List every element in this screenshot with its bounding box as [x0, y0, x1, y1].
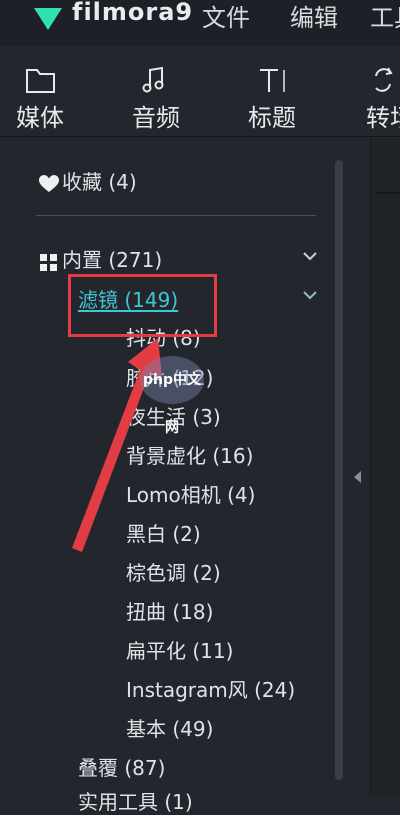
tree-scrollbar[interactable] — [335, 160, 343, 780]
tree-item-builtin[interactable]: 内置 (271) — [38, 244, 162, 273]
tool-transitions[interactable]: 转场 — [350, 46, 400, 138]
filter-item-instagram[interactable]: Instagram风 (24) — [126, 674, 295, 703]
tool-audio[interactable]: 音频 — [116, 46, 196, 138]
chevron-down-icon[interactable] — [302, 290, 318, 300]
filter-item-flat[interactable]: 扁平化 (11) — [126, 635, 233, 664]
preview-panel-edge — [371, 138, 400, 795]
grid-icon — [40, 253, 57, 271]
tool-media[interactable]: 媒体 — [0, 46, 80, 138]
panel-edge-line — [375, 192, 400, 194]
collapse-panel-arrow-icon[interactable] — [354, 471, 361, 483]
tool-media-label: 媒体 — [16, 104, 64, 132]
php-watermark: php中文网 — [140, 356, 204, 436]
title-bar: filmora9 文件 编辑 工具 — [0, 0, 400, 46]
media-toolbar: 媒体 音频 标题 转场 — [0, 46, 400, 138]
annotation-highlight-box — [68, 274, 217, 337]
toolbar-divider — [0, 136, 400, 137]
tool-titles-label: 标题 — [248, 104, 296, 132]
favorites-label: 收藏 (4) — [62, 170, 137, 194]
tree-item-overlay[interactable]: 叠覆 (87) — [78, 752, 165, 781]
filter-item-basic[interactable]: 基本 (49) — [126, 713, 213, 742]
tree-item-favorites[interactable]: 收藏 (4) — [38, 166, 137, 195]
filter-item-black-white[interactable]: 黑白 (2) — [126, 518, 201, 547]
menu-edit[interactable]: 编辑 — [290, 0, 338, 33]
filmora-logo-icon — [34, 8, 62, 30]
tree-divider — [36, 215, 316, 216]
tool-titles[interactable]: 标题 — [232, 46, 312, 138]
tool-audio-label: 音频 — [132, 104, 180, 132]
filter-item-lomo[interactable]: Lomo相机 (4) — [126, 479, 255, 508]
app-name: filmora9 — [72, 0, 194, 26]
menu-tools[interactable]: 工具 — [370, 0, 400, 33]
filter-item-distortion[interactable]: 扭曲 (18) — [126, 596, 213, 625]
builtin-label: 内置 (271) — [62, 248, 163, 272]
tree-item-utilities[interactable]: 实用工具 (1) — [78, 786, 193, 815]
chevron-down-icon[interactable] — [302, 251, 318, 261]
folder-icon — [26, 69, 55, 93]
transition-icon — [375, 67, 393, 92]
tool-transitions-label: 转场 — [366, 104, 400, 132]
heart-icon — [39, 174, 59, 192]
filter-item-bokeh[interactable]: 背景虚化 (16) — [126, 440, 253, 469]
menu-file[interactable]: 文件 — [202, 0, 250, 33]
music-note-icon — [142, 66, 164, 93]
filter-item-sepia[interactable]: 棕色调 (2) — [126, 557, 221, 586]
title-text-icon — [260, 69, 285, 92]
